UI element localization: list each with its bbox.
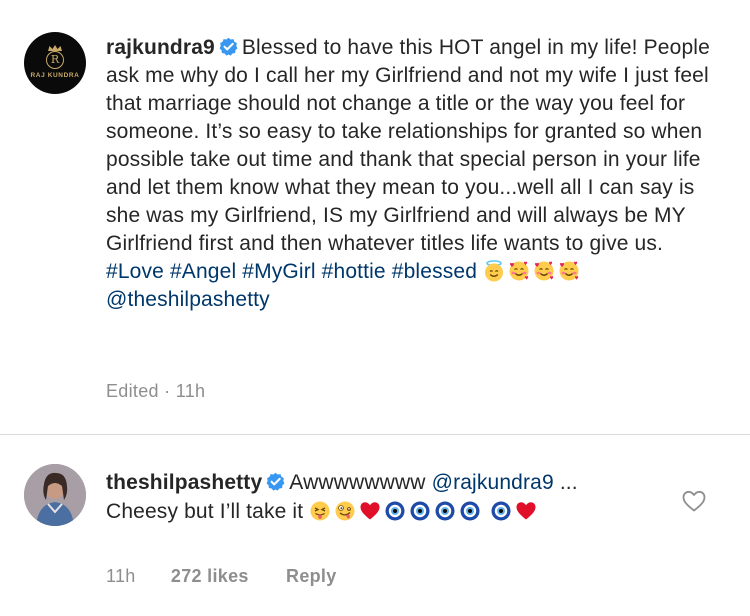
nazar-amulet-icon	[410, 501, 430, 521]
verified-badge-icon	[266, 472, 285, 491]
caption-emoji-group	[483, 260, 583, 283]
comment-time: 11h	[106, 566, 136, 586]
comment-text-block: theshilpashetty Awwwwwwww @rajkundra9 ..…	[106, 468, 646, 526]
hashtag-love[interactable]: #Love	[106, 260, 164, 283]
comment-emoji-group-2	[490, 500, 540, 523]
avatar-brand-text: RAJ KUNDRA	[30, 72, 80, 79]
hashtag-angel[interactable]: #Angel	[170, 260, 236, 283]
caption-status: Edited · 11h	[106, 381, 206, 401]
nazar-amulet-icon	[385, 501, 405, 521]
hashtag-blessed[interactable]: #blessed	[392, 260, 477, 283]
comment-meta: 11h 272 likes Reply	[106, 566, 337, 587]
like-heart-icon[interactable]	[682, 490, 706, 512]
comment-likes[interactable]: 272 likes	[171, 566, 249, 587]
caption-mention[interactable]: @theshilpashetty	[106, 288, 270, 311]
smiling-face-with-hearts-icon	[559, 261, 579, 281]
divider	[0, 434, 750, 435]
comment-username[interactable]: theshilpashetty	[106, 471, 262, 494]
hashtag-mygirl[interactable]: #MyGirl	[242, 260, 315, 283]
caption-username[interactable]: rajkundra9	[106, 36, 215, 59]
comment-mention[interactable]: @rajkundra9	[432, 471, 554, 494]
comment-emoji-group	[309, 500, 484, 523]
nazar-amulet-icon	[435, 501, 455, 521]
avatar-theshilpashetty[interactable]	[24, 464, 86, 526]
winking-face-with-tongue-icon	[310, 501, 330, 521]
avatar-monogram: R	[46, 51, 64, 69]
instagram-comments-view: R RAJ KUNDRA rajkundra9 Blessed to have …	[0, 0, 750, 616]
smiling-face-with-hearts-icon	[509, 261, 529, 281]
caption-body: Blessed to have this HOT angel in my lif…	[106, 36, 710, 255]
caption-text-block: rajkundra9 Blessed to have this HOT ange…	[106, 34, 726, 314]
avatar-rajkundra9[interactable]: R RAJ KUNDRA	[24, 32, 86, 94]
smiling-face-with-halo-icon	[485, 260, 504, 282]
verified-badge-icon	[219, 37, 238, 56]
comment-text-start: Awwwwwwww	[289, 471, 426, 494]
nazar-amulet-icon	[491, 501, 511, 521]
smiling-face-with-hearts-icon	[534, 261, 554, 281]
red-heart-icon	[516, 502, 536, 520]
post-caption: R RAJ KUNDRA rajkundra9 Blessed to have …	[0, 0, 750, 432]
profile-photo-icon	[24, 464, 86, 526]
nazar-amulet-icon	[460, 501, 480, 521]
hashtag-hottie[interactable]: #hottie	[322, 260, 386, 283]
red-heart-icon	[360, 502, 380, 520]
zany-face-icon	[335, 501, 355, 521]
reply-button[interactable]: Reply	[286, 566, 337, 587]
